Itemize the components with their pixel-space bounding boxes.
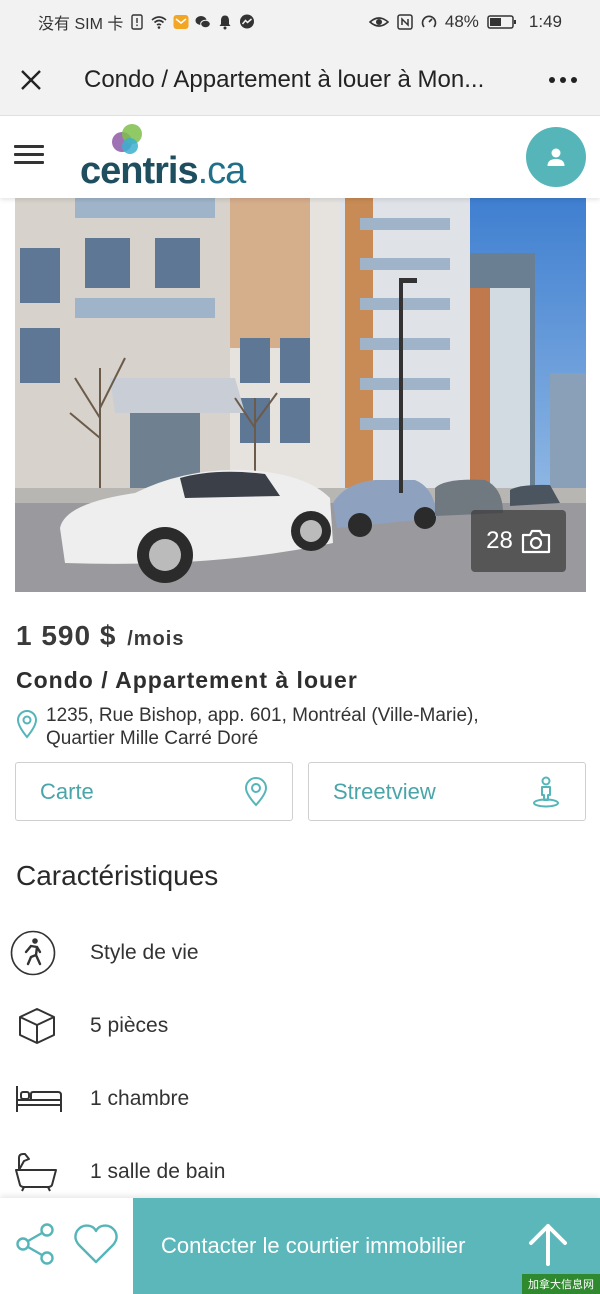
map-button-row: Carte Streetview <box>15 762 586 821</box>
price-value: 1 590 $ <box>16 620 117 651</box>
map-pin-icon <box>244 776 268 806</box>
logo-main-text: centris <box>80 150 199 192</box>
watermark: 加拿大信息网 <box>522 1274 600 1294</box>
heart-icon <box>73 1223 118 1263</box>
feature-icon-wrap <box>10 1152 90 1192</box>
streetview-person-icon <box>533 776 559 807</box>
close-icon <box>21 69 41 90</box>
status-right: 48% 1:49 <box>368 12 562 32</box>
bathtub-icon <box>15 1152 57 1191</box>
map-button[interactable]: Carte <box>15 762 293 821</box>
wifi-icon <box>151 16 167 29</box>
data-saver-icon <box>421 15 437 28</box>
feature-item: Style de vie <box>10 916 570 989</box>
status-left: 没有 SIM 卡 <box>38 10 255 34</box>
listing-price: 1 590 $ /mois <box>16 620 184 652</box>
bottom-action-bar: Contacter le courtier immobilier <box>0 1198 600 1294</box>
sim-alert-icon <box>131 14 144 30</box>
logo-wordmark: centris.ca <box>80 150 247 193</box>
listing-photo[interactable]: 28 <box>15 198 586 592</box>
price-unit: /mois <box>127 628 185 650</box>
close-button[interactable] <box>0 44 62 116</box>
hamburger-menu-button[interactable] <box>14 140 44 170</box>
feature-item: 5 pièces <box>10 989 570 1062</box>
feature-item: 1 chambre <box>10 1062 570 1135</box>
feature-label: 1 chambre <box>90 1086 190 1110</box>
features-list: Style de vie 5 pièces 1 chambre 1 salle … <box>10 916 570 1208</box>
mail-notification-icon <box>173 15 189 29</box>
carrier-text: 没有 SIM 卡 <box>38 16 124 33</box>
nfc-icon <box>397 14 413 30</box>
clock: 1:49 <box>528 12 562 31</box>
listing-type: Condo / Appartement à louer <box>16 667 358 693</box>
share-button[interactable] <box>14 1222 56 1271</box>
battery-percent: 48% <box>444 12 479 31</box>
hamburger-line <box>14 153 44 156</box>
feature-label: 1 salle de bain <box>90 1159 226 1183</box>
messenger-icon <box>240 14 255 29</box>
feature-icon-wrap <box>10 1083 90 1115</box>
eye-icon <box>368 17 389 27</box>
page-title: Condo / Appartement à louer à Mon... <box>84 65 485 93</box>
features-title: Caractéristiques <box>16 860 219 891</box>
hamburger-line <box>14 145 44 148</box>
centris-logo[interactable]: centris.ca <box>80 122 250 194</box>
feature-icon-wrap <box>10 1006 90 1046</box>
site-header: centris.ca <box>0 116 600 198</box>
address-line-2: Quartier Mille Carré Doré <box>46 728 259 749</box>
photo-count-button[interactable]: 28 <box>471 510 566 572</box>
address-line-1: 1235, Rue Bishop, app. 601, Montréal (Vi… <box>46 705 479 726</box>
map-button-label: Carte <box>40 778 94 804</box>
more-dots-icon <box>549 76 577 83</box>
feature-icon-wrap <box>10 930 90 976</box>
feature-label: 5 pièces <box>90 1013 169 1037</box>
listing-address: 1235, Rue Bishop, app. 601, Montréal (Vi… <box>16 704 576 750</box>
scroll-to-top-arrow-icon[interactable] <box>528 1222 568 1266</box>
camera-icon <box>521 529 550 554</box>
wechat-icon <box>195 16 212 29</box>
battery-icon <box>487 15 516 29</box>
logo-tld-text: .ca <box>197 150 247 192</box>
streetview-button-label: Streetview <box>333 778 436 804</box>
hamburger-line <box>14 161 44 164</box>
status-bar: 没有 SIM 卡 48% 1:49 <box>0 0 600 44</box>
contact-button-label: Contacter le courtier immobilier <box>161 1233 466 1258</box>
streetview-button[interactable]: Streetview <box>308 762 586 821</box>
address-text: 1235, Rue Bishop, app. 601, Montréal (Vi… <box>46 704 479 750</box>
share-icon <box>16 1222 54 1265</box>
favorite-button[interactable] <box>73 1223 119 1270</box>
bed-icon <box>16 1085 62 1112</box>
photo-count-text: 28 <box>486 527 513 554</box>
location-pin-icon <box>16 710 38 739</box>
user-account-button[interactable] <box>526 127 586 187</box>
walking-person-icon <box>10 930 56 975</box>
cube-icon <box>19 1007 55 1044</box>
feature-label: Style de vie <box>90 940 199 964</box>
bell-icon <box>219 15 231 30</box>
bottom-actions <box>0 1198 133 1294</box>
user-icon <box>547 148 565 166</box>
address-pin <box>16 704 46 750</box>
browser-title-bar: Condo / Appartement à louer à Mon... <box>0 44 600 116</box>
more-options-button[interactable] <box>526 44 600 116</box>
